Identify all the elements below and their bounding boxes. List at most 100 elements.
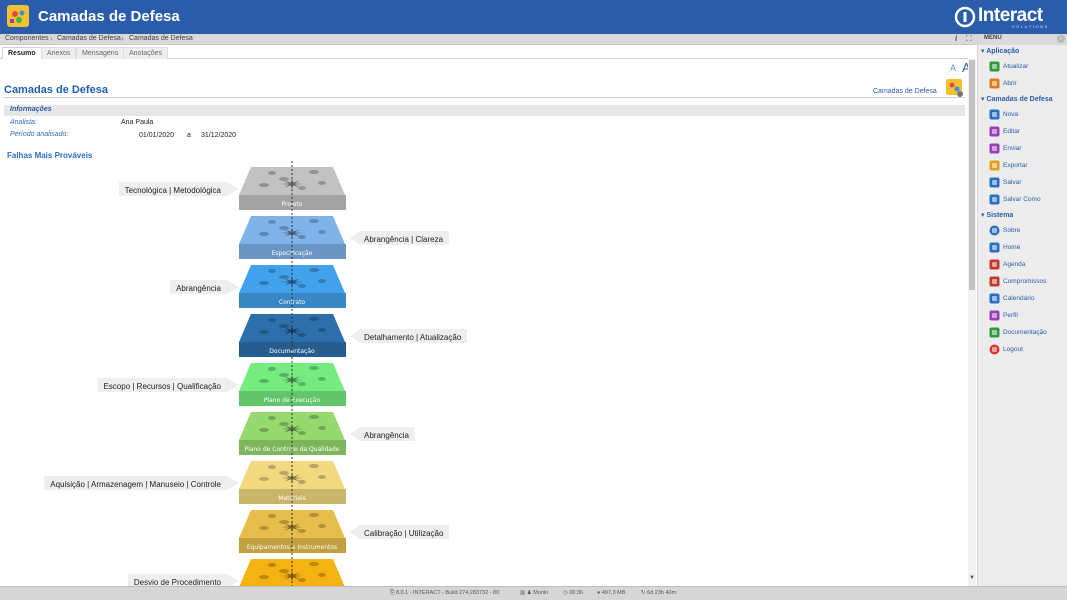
callout-text: Aquisição | Armazenagem | Manuseio | Con… — [50, 480, 221, 489]
layer-hole — [309, 464, 319, 468]
layer-hole — [259, 183, 269, 187]
menu-item-label: Agenda — [1003, 261, 1026, 268]
layer-hole — [318, 181, 326, 185]
layer-hole — [298, 333, 306, 337]
briefcase-icon — [989, 276, 1000, 287]
menu-item-label: Logout — [1003, 346, 1023, 353]
callout-text: Abrangência — [176, 284, 221, 293]
layer-hole — [309, 366, 319, 370]
brand-logo: Interact SOLUTIONS — [954, 5, 1049, 29]
layer-hole — [259, 477, 269, 481]
layer-callout: Abrangência — [350, 427, 415, 441]
build-info: ⎘ 8.0.1 - INTERACT - Build 274.283732 - … — [390, 590, 500, 596]
layer-hole — [309, 268, 319, 272]
layer-hole — [279, 422, 289, 426]
clock-info: ◷ 00:36 — [563, 590, 584, 596]
menu-label: MENU — [984, 35, 1002, 41]
layer-hole — [318, 475, 326, 479]
menu-item-label: Nova — [1003, 111, 1019, 118]
callout-text: Escopo | Recursos | Qualificação — [103, 382, 221, 391]
layer-hole — [298, 284, 306, 288]
layer-hole — [259, 330, 269, 334]
hole-burst — [281, 375, 303, 385]
power-icon — [989, 344, 1000, 355]
menu-item-label: Sobre — [1003, 227, 1021, 234]
layer-hole — [268, 416, 276, 420]
layer-callout: Abrangência | Clareza — [350, 231, 450, 245]
menu-group-label: Aplicação — [986, 48, 1020, 55]
layer-hole — [279, 471, 289, 475]
layer-hole — [268, 563, 276, 567]
layer-hole — [268, 171, 276, 175]
menu-item-label: Salvar — [1003, 179, 1022, 186]
menu-group-label: Camadas de Defesa — [986, 96, 1053, 103]
layer-hole — [309, 513, 319, 517]
layer-hole — [309, 415, 319, 419]
callout-text: Tecnológica | Metodológica — [124, 186, 221, 195]
layer-hole — [298, 529, 306, 533]
layer-hole — [309, 219, 319, 223]
layer-hole — [309, 562, 319, 566]
callout-text: Abrangência | Clareza — [364, 235, 444, 244]
home-icon — [989, 242, 1000, 253]
layer-hole — [268, 220, 276, 224]
menu-item-label: Atualizar — [1003, 63, 1029, 70]
callout-text: Calibração | Utilização — [364, 529, 444, 538]
build-text: 8.0.1 - INTERACT - Build 274.283732 - 80 — [395, 590, 500, 596]
time-text: 00:36 — [569, 590, 584, 596]
layer-hole — [259, 428, 269, 432]
uptime-info: ↻ 6d 23h 40m — [641, 590, 677, 596]
calendar-icon — [989, 293, 1000, 304]
layer-hole — [259, 232, 269, 236]
pencil-icon — [989, 126, 1000, 137]
memory-info: ● 497,3 MB — [597, 590, 626, 596]
layer-hole — [279, 177, 289, 181]
books-icon — [989, 327, 1000, 338]
key-icon — [989, 310, 1000, 321]
info-icon — [989, 225, 1000, 236]
menu-group-title[interactable]: ▾ Camadas de Defesa — [981, 95, 1053, 103]
hole-burst — [281, 571, 303, 581]
scrollbar-thumb[interactable] — [969, 60, 975, 290]
layer-hole — [268, 465, 276, 469]
plus-icon — [989, 109, 1000, 120]
defense-layers-diagram: ProjetoEspecificaçãoContratoDocumentação… — [0, 0, 968, 586]
layer-hole — [318, 230, 326, 234]
layer-hole — [318, 524, 326, 528]
layer-hole — [279, 275, 289, 279]
menu-item-label: Abrir — [1003, 80, 1017, 87]
layer-hole — [268, 318, 276, 322]
save-icon — [989, 177, 1000, 188]
layer-hole — [259, 575, 269, 579]
menu-item-label: Editar — [1003, 128, 1020, 135]
menu-item-label: Home — [1003, 244, 1021, 251]
menu-item-label: Enviar — [1003, 145, 1022, 152]
menu-group-title[interactable]: ▾ Aplicação — [981, 47, 1019, 55]
user-text: Murilo — [533, 590, 549, 596]
layer-callout: Aquisição | Armazenagem | Manuseio | Con… — [44, 476, 239, 490]
layer-callout: Detalhamento | Atualização — [350, 329, 468, 343]
menu-collapse-icon[interactable]: › — [1057, 35, 1065, 43]
layer-hole — [298, 235, 306, 239]
layer-hole — [298, 431, 306, 435]
agenda-icon — [989, 259, 1000, 270]
menu-item-label: Documentação — [1003, 329, 1047, 336]
menu-group-label: Sistema — [986, 212, 1014, 219]
folder-icon — [989, 78, 1000, 89]
layer-hole — [318, 573, 326, 577]
menu-item-label: Perfil — [1003, 312, 1018, 319]
layer-hole — [318, 279, 326, 283]
scroll-down-arrow-icon[interactable]: ▼ — [969, 575, 975, 581]
layer-hole — [279, 324, 289, 328]
user-info: ▥ ♟ Murilo — [520, 590, 549, 596]
menu-group-title[interactable]: ▾ Sistema — [981, 211, 1013, 219]
layer-hole — [298, 186, 306, 190]
menu-item-label: Calendário — [1003, 295, 1035, 302]
layer-hole — [268, 269, 276, 273]
defense-layers-svg: ProjetoEspecificaçãoContratoDocumentação… — [239, 161, 346, 586]
layer-hole — [309, 170, 319, 174]
brand-subtitle: SOLUTIONS — [1012, 24, 1049, 29]
layer-hole — [279, 226, 289, 230]
layer-hole — [318, 328, 326, 332]
layer-hole — [279, 569, 289, 573]
